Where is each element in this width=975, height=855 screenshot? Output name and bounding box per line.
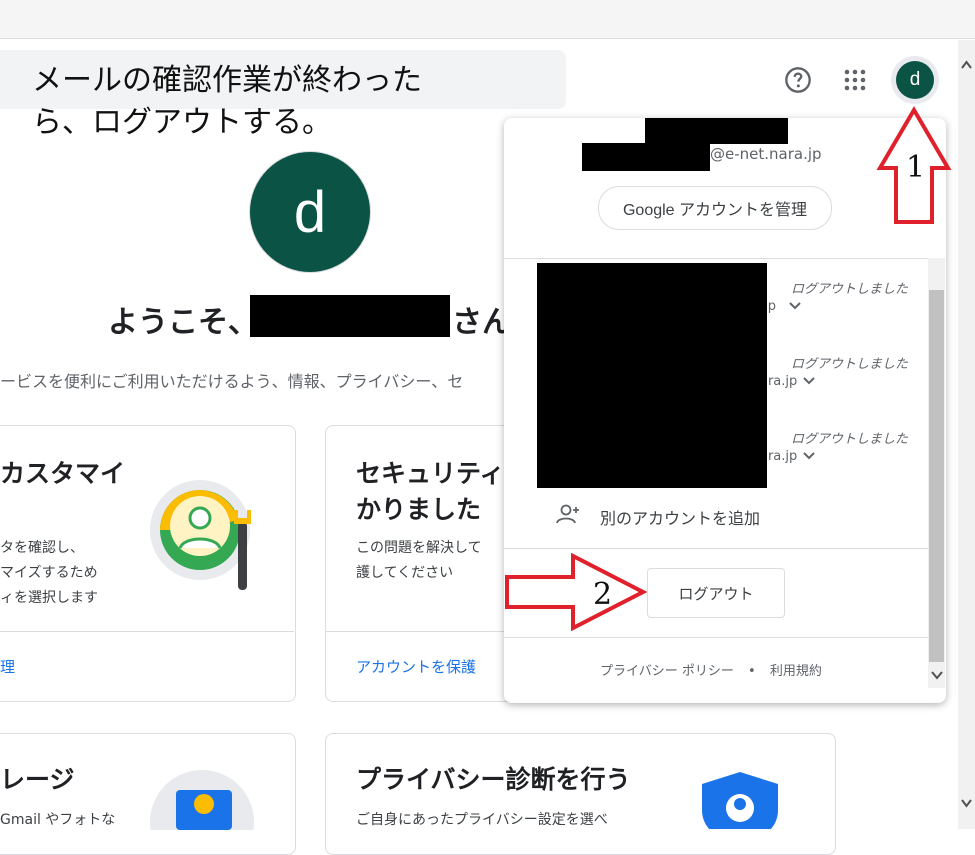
card-desc-line: 護してください	[356, 565, 454, 581]
card-description: ご自身にあったプライバシー設定を選べ	[356, 812, 608, 828]
page-scrollbar[interactable]	[958, 40, 975, 829]
card-desc-line: ィを選択します	[0, 590, 98, 606]
manage-google-account-button[interactable]: Google アカウントを管理	[598, 186, 832, 230]
account-status: ログアウトしました	[791, 432, 909, 447]
caption-line-1: メールの確認作業が終わった	[32, 63, 422, 98]
card-description: この問題を解決して 護してください	[356, 536, 482, 586]
chevron-down-icon[interactable]	[929, 667, 945, 683]
card-title: レージ	[0, 765, 75, 794]
customize-illustration-icon	[150, 480, 251, 590]
logout-button[interactable]: ログアウト	[647, 568, 785, 618]
panel-divider	[504, 548, 928, 549]
step-number-1: 1	[906, 150, 926, 185]
card-desc-line: この問題を解決して	[356, 540, 482, 556]
step-number-2: 2	[593, 577, 613, 612]
chevron-down-icon[interactable]	[802, 376, 816, 386]
panel-footer: プライバシー ポリシー • 利用規約	[600, 660, 822, 679]
privacy-policy-link[interactable]: プライバシー ポリシー	[600, 664, 734, 679]
privacy-shield-icon	[702, 772, 778, 829]
panel-scrollbar-thumb[interactable]	[929, 290, 944, 662]
terms-link[interactable]: 利用規約	[770, 664, 822, 679]
card-description: Gmail やフォトな	[0, 812, 116, 828]
card-divider	[326, 631, 506, 632]
storage-illustration-icon	[150, 770, 254, 830]
redacted-email-top	[645, 118, 788, 144]
page-scroll-arrows	[961, 60, 972, 808]
help-button[interactable]	[778, 60, 818, 100]
card-desc-line: タを確認し、	[0, 540, 84, 556]
account-email-suffix: @e-net.nara.jp	[710, 145, 822, 163]
caption-line-2: ら、ログアウトする。	[32, 105, 332, 140]
card-description: タを確認し、 マイズするため ィを選択します	[0, 536, 98, 611]
account-status: ログアウトしました	[791, 357, 909, 372]
account-avatar-button[interactable]: d	[896, 61, 934, 99]
add-account-button[interactable]: 別のアカウントを追加	[600, 505, 760, 529]
welcome-subtext: ービスを便利にご利用いただけるよう、情報、プライバシー、セ	[0, 372, 464, 391]
redacted-name	[250, 295, 450, 337]
chevron-down-icon[interactable]	[788, 301, 802, 311]
footer-separator: •	[748, 664, 756, 679]
card-title: カスタマイ	[0, 459, 126, 488]
profile-avatar: d	[249, 151, 371, 273]
account-status: ログアウトしました	[791, 282, 909, 297]
card-divider	[0, 631, 294, 632]
welcome-suffix: さん	[452, 305, 512, 340]
panel-divider	[504, 258, 928, 259]
browser-top-bar	[0, 0, 975, 39]
annotation-arrow-right-icon	[505, 553, 647, 631]
redacted-account-list	[537, 263, 767, 488]
protect-account-link[interactable]: アカウントを保護	[356, 656, 476, 677]
add-person-icon	[556, 504, 579, 524]
help-icon	[785, 67, 811, 93]
chevron-down-icon[interactable]	[802, 451, 816, 461]
apps-grid-icon	[844, 69, 866, 91]
card-desc-line: マイズするため	[0, 565, 98, 581]
apps-button[interactable]	[835, 60, 875, 100]
card-title: プライバシー診断を行う	[356, 765, 631, 794]
card-link[interactable]: 理	[0, 656, 15, 677]
panel-divider	[504, 637, 928, 638]
redacted-email	[582, 143, 710, 171]
instruction-caption: メールの確認作業が終わった ら、ログアウトする。	[32, 60, 502, 144]
